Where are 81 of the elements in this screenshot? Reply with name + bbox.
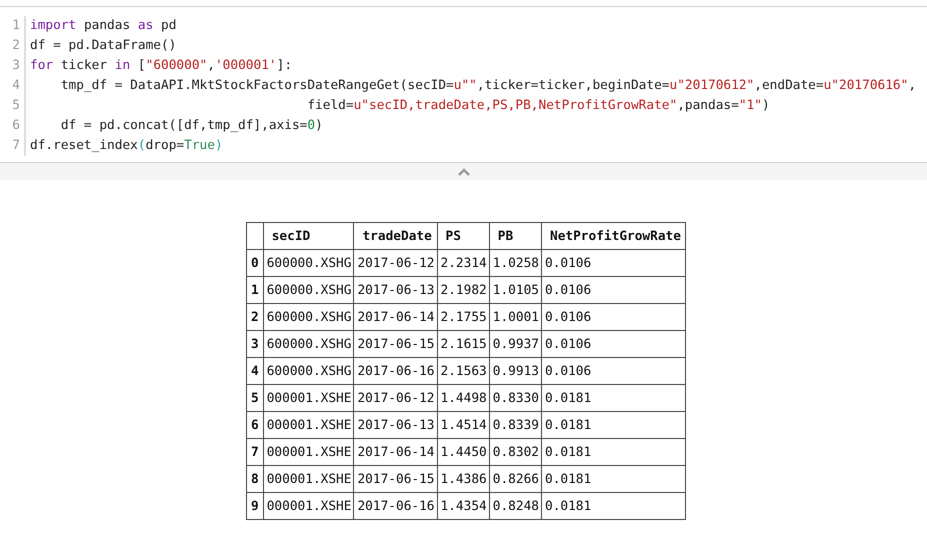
code-cell[interactable] <box>0 6 927 180</box>
table-cell: 0.9913 <box>492 364 539 378</box>
table-cell: 1.0001 <box>492 310 539 324</box>
table-cell: 2017-06-13 <box>357 282 435 298</box>
table-cell: 600000.XSHG <box>266 336 352 352</box>
table-cell: 2017-06-12 <box>357 390 435 406</box>
table-cell: 0.8266 <box>492 472 539 486</box>
column-header: NetProfitGrowRate <box>550 228 681 244</box>
row-index: 1 <box>251 282 259 298</box>
line-number: 4 <box>11 77 21 95</box>
table-cell: 1.0105 <box>492 282 539 298</box>
table-cell: 0.0106 <box>544 336 592 352</box>
row-index: 5 <box>251 390 259 406</box>
line-number: 5 <box>11 97 21 115</box>
table-cell: 2.1615 <box>440 336 487 352</box>
row-index: 3 <box>251 336 259 352</box>
table-cell: 600000.XSHG <box>266 364 352 378</box>
line-number: 7 <box>11 137 21 155</box>
table-cell: 2017-06-14 <box>357 310 435 324</box>
table-cell: 1.4386 <box>440 472 487 486</box>
table-cell: 000001.XSHE <box>266 444 352 460</box>
table-cell: 2.1982 <box>440 282 487 298</box>
table-cell: 2.1755 <box>440 310 487 324</box>
table-cell: 000001.XSHE <box>266 418 352 432</box>
row-index: 4 <box>251 364 259 378</box>
table-cell: 000001.XSHE <box>266 472 352 486</box>
row-index: 9 <box>251 498 259 514</box>
table-cell: 2017-06-12 <box>357 256 435 270</box>
table-cell: 2017-06-15 <box>357 472 435 486</box>
table-cell: 0.8330 <box>492 390 539 406</box>
table-cell: 0.0181 <box>544 498 592 514</box>
table-cell: 0.0106 <box>544 256 592 270</box>
code-line: df = pd.DataFrame() <box>30 37 178 55</box>
table-cell: 2017-06-15 <box>357 336 435 352</box>
line-number: 1 <box>11 17 21 35</box>
code-line: field=u"secID,tradeDate,PS,PB,NetProfitGrowRate",pandas="1") <box>306 97 771 115</box>
table-cell: 0.8339 <box>492 418 539 432</box>
table-cell: 1.4450 <box>440 444 487 460</box>
table-cell: 1.4354 <box>440 498 487 514</box>
table-cell: 2017-06-16 <box>357 498 435 514</box>
table-cell: 0.0181 <box>544 390 592 406</box>
table-cell: 0.0106 <box>544 364 592 378</box>
row-index: 0 <box>251 256 259 270</box>
table-cell: 1.4498 <box>440 390 487 406</box>
table-cell: 2.2314 <box>440 256 487 270</box>
column-header: PB <box>498 228 514 244</box>
table-cell: 000001.XSHE <box>266 390 352 406</box>
table-cell: 0.0181 <box>544 418 592 432</box>
code-line: for ticker in ["600000",'000001']: <box>30 57 294 75</box>
table-cell: 0.0106 <box>544 310 592 324</box>
line-number: 2 <box>11 37 21 55</box>
code-line: import pandas as pd <box>30 17 178 35</box>
table-cell: 2.1563 <box>440 364 487 378</box>
table-cell: 2017-06-14 <box>357 444 435 460</box>
table-cell: 0.0106 <box>544 282 592 298</box>
table-cell: 0.0181 <box>544 444 592 460</box>
column-header: tradeDate <box>362 228 432 244</box>
table-cell: 0.0181 <box>544 472 592 486</box>
row-index: 7 <box>251 444 259 460</box>
table-cell: 600000.XSHG <box>266 282 352 298</box>
code-line: tmp_df = DataAPI.MktStockFactorsDateRangeGet(secID=u"",ticker=ticker,beginDate=u"20170612",endDate=u"20170616", <box>60 77 916 95</box>
column-header: PS <box>446 228 461 244</box>
column-header: secID <box>272 228 310 244</box>
table-cell: 0.8302 <box>492 444 539 460</box>
caret-up-icon[interactable] <box>458 168 470 176</box>
table-cell: 1.0258 <box>492 256 539 270</box>
table-cell: 000001.XSHE <box>266 498 352 514</box>
table-cell: 1.4514 <box>440 418 487 432</box>
code-line: df = pd.concat([df,tmp_df],axis=0) <box>60 117 324 135</box>
table-cell: 0.9937 <box>492 336 539 352</box>
table-cell: 600000.XSHG <box>266 256 352 270</box>
row-index: 8 <box>251 472 259 486</box>
line-number: 6 <box>11 117 21 135</box>
table-cell: 2017-06-16 <box>357 364 435 378</box>
row-index: 6 <box>251 418 259 432</box>
code-line: df.reset_index(drop=True) <box>30 137 224 155</box>
table-cell: 600000.XSHG <box>266 310 352 324</box>
table-cell: 2017-06-13 <box>357 418 435 432</box>
row-index: 2 <box>251 310 259 324</box>
line-number: 3 <box>11 57 21 75</box>
table-cell: 0.8248 <box>492 498 539 514</box>
